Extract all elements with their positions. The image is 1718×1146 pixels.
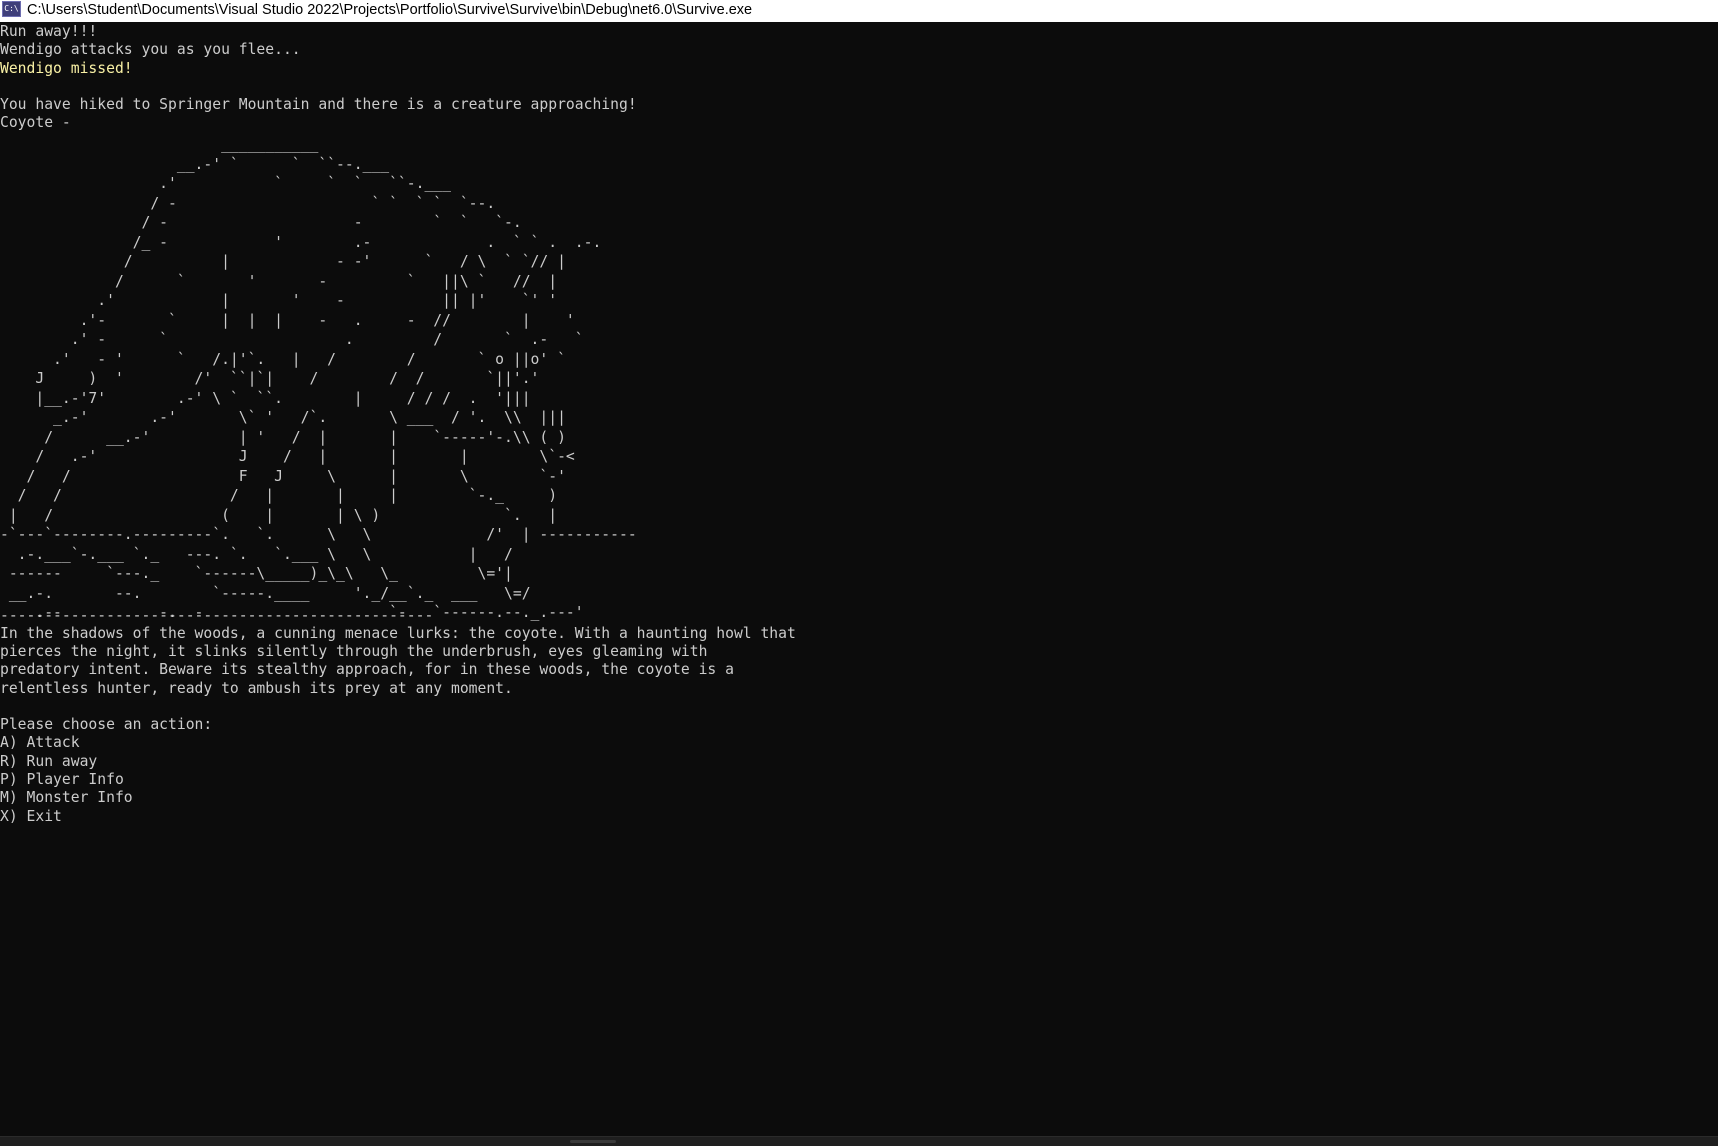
menu-option-attack: A) Attack: [0, 734, 80, 751]
description-line: predatory intent. Beware its stealthy ap…: [0, 661, 734, 678]
menu-option-player-info: P) Player Info: [0, 771, 124, 788]
console-output[interactable]: Run away!!! Wendigo attacks you as you f…: [0, 22, 1718, 1136]
window-title: C:\Users\Student\Documents\Visual Studio…: [27, 2, 753, 18]
coyote-ascii-art: ___________ __.-' ` ` ``--.___ .' ` ` ` …: [0, 136, 637, 621]
console-app-icon: C:\: [2, 1, 21, 17]
creature-name: Coyote -: [0, 114, 71, 131]
menu-option-exit: X) Exit: [0, 808, 62, 825]
separator-line: ----------------------------------------…: [0, 607, 434, 624]
action-prompt: Please choose an action:: [0, 716, 213, 733]
menu-option-monster-info: M) Monster Info: [0, 789, 133, 806]
window-title-bar[interactable]: C:\ C:\Users\Student\Documents\Visual St…: [0, 0, 1718, 23]
location-message: You have hiked to Springer Mountain and …: [0, 96, 637, 113]
log-line-wendigo-attack: Wendigo attacks you as you flee...: [0, 41, 301, 58]
description-line: pierces the night, it slinks silently th…: [0, 643, 708, 660]
log-line-wendigo-missed: Wendigo missed!: [0, 60, 133, 77]
log-line-run-away: Run away!!!: [0, 23, 98, 40]
description-line: In the shadows of the woods, a cunning m…: [0, 625, 796, 642]
menu-option-run-away: R) Run away: [0, 753, 98, 770]
description-line: relentless hunter, ready to ambush its p…: [0, 680, 513, 697]
bottom-bar-handle[interactable]: [570, 1140, 616, 1143]
